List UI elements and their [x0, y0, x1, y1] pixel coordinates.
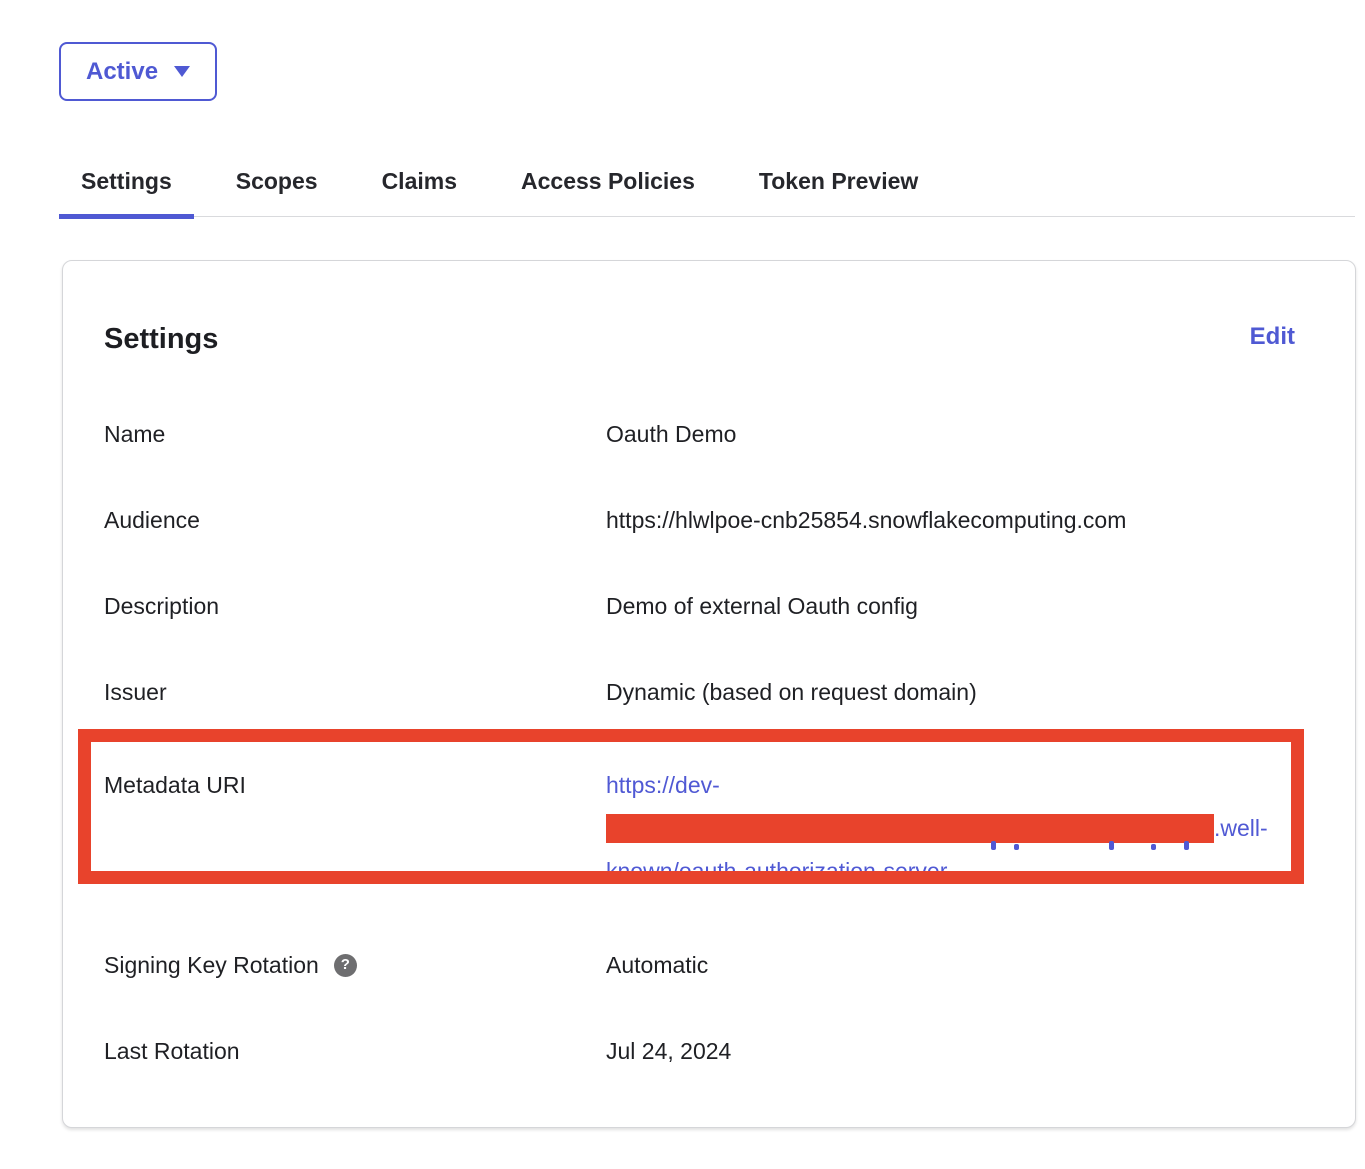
redacted-text-bar [606, 814, 1214, 843]
field-label: Metadata URI [104, 764, 606, 799]
field-row-metadata-uri: Metadata URI https://dev- .well- known/o… [104, 764, 1295, 893]
help-icon[interactable]: ? [334, 954, 357, 977]
metadata-uri-line1: https://dev- [606, 764, 1268, 807]
field-label-text: Signing Key Rotation [104, 951, 319, 979]
tab-label: Settings [81, 168, 172, 194]
field-label: Audience [104, 506, 606, 534]
settings-card-header: Settings Edit [104, 323, 1295, 356]
field-row-last-rotation: Last Rotation Jul 24, 2024 [104, 1037, 1295, 1065]
tab-claims[interactable]: Claims [360, 158, 479, 216]
tab-label: Claims [382, 168, 457, 194]
field-row-description: Description Demo of external Oauth confi… [104, 592, 1295, 620]
field-row-name: Name Oauth Demo [104, 420, 1295, 448]
field-value: Oauth Demo [606, 420, 736, 448]
metadata-uri-link[interactable]: https://dev- .well- known/oauth-authoriz… [606, 764, 1268, 893]
field-label: Last Rotation [104, 1037, 606, 1065]
tab-scopes[interactable]: Scopes [214, 158, 340, 216]
field-label: Signing Key Rotation ? [104, 951, 606, 979]
tab-access-policies[interactable]: Access Policies [499, 158, 717, 216]
tab-label: Access Policies [521, 168, 695, 194]
field-row-signing-key-rotation: Signing Key Rotation ? Automatic [104, 951, 1295, 979]
metadata-uri-line2-suffix: .well- [1214, 815, 1268, 841]
chevron-down-icon [174, 66, 190, 77]
metadata-uri-line2: .well- [606, 807, 1268, 850]
card-title: Settings [104, 323, 218, 356]
field-value: Automatic [606, 951, 708, 979]
active-status-label: Active [86, 58, 158, 86]
tab-label: Scopes [236, 168, 318, 194]
active-status-dropdown[interactable]: Active [59, 42, 217, 101]
field-label: Description [104, 592, 606, 620]
field-row-issuer: Issuer Dynamic (based on request domain) [104, 678, 1295, 706]
field-label: Name [104, 420, 606, 448]
tab-bar: Settings Scopes Claims Access Policies T… [59, 158, 1355, 217]
edit-button[interactable]: Edit [1250, 323, 1295, 351]
page: { "colors": { "accent_blue": "#4f59d3", … [0, 0, 1365, 1169]
field-row-audience: Audience https://hlwlpoe-cnb25854.snowfl… [104, 506, 1295, 534]
tab-token-preview[interactable]: Token Preview [737, 158, 940, 216]
field-value: Demo of external Oauth config [606, 592, 918, 620]
tab-label: Token Preview [759, 168, 918, 194]
field-value: https://hlwlpoe-cnb25854.snowflakecomput… [606, 506, 1126, 534]
field-value: Jul 24, 2024 [606, 1037, 731, 1065]
metadata-uri-line3: known/oauth-authorization-server [606, 850, 1268, 893]
field-value: Dynamic (based on request domain) [606, 678, 977, 706]
field-label: Issuer [104, 678, 606, 706]
tab-settings[interactable]: Settings [59, 158, 194, 216]
settings-card: Settings Edit Name Oauth Demo Audience h… [62, 260, 1356, 1128]
